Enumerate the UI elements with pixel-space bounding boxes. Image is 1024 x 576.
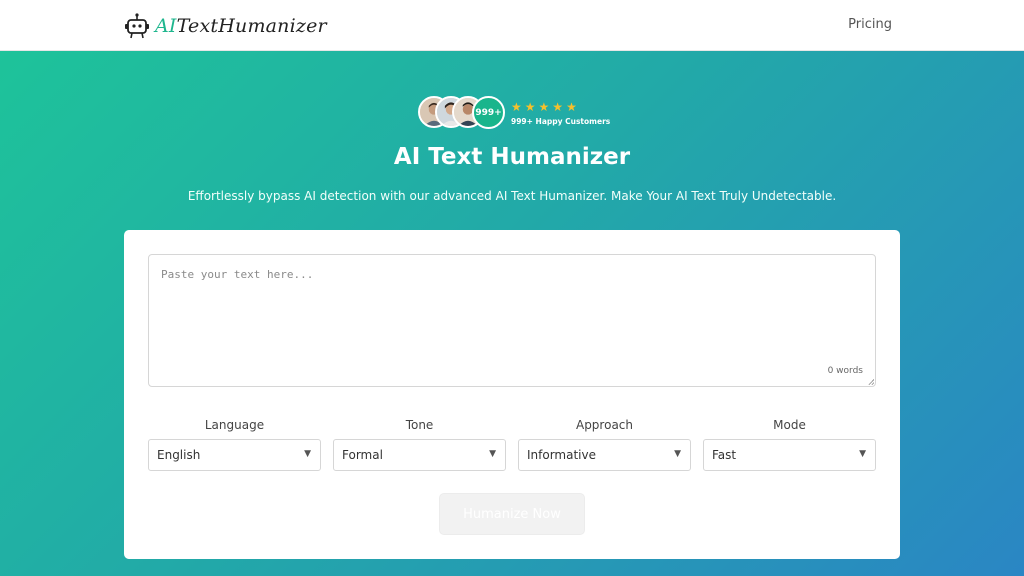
- avatar-group: 999+: [418, 96, 506, 130]
- chevron-down-icon: ▼: [304, 449, 311, 459]
- page-subtitle: Effortlessly bypass AI detection with ou…: [187, 189, 837, 203]
- mode-select[interactable]: Fast ▼: [703, 439, 876, 471]
- humanize-now-button[interactable]: Humanize Now: [439, 493, 585, 535]
- text-input[interactable]: [149, 255, 875, 386]
- logo[interactable]: AITextHumanizer: [123, 11, 327, 41]
- star-icon: ★: [511, 100, 522, 114]
- tone-label: Tone: [405, 418, 434, 432]
- robot-logo-icon: [125, 13, 149, 39]
- tone-select[interactable]: Formal ▼: [333, 439, 506, 471]
- approach-label: Approach: [575, 418, 633, 432]
- social-proof: 999+ ★ ★ ★ ★ ★ 999+ Happy Customers: [418, 95, 610, 131]
- humanizer-card: 0 words Language English ▼ Tone Formal ▼…: [124, 230, 900, 559]
- mode-label: Mode: [773, 418, 806, 432]
- text-input-area: 0 words: [148, 254, 876, 387]
- nav-link-pricing[interactable]: Pricing: [848, 17, 892, 32]
- chevron-down-icon: ▼: [489, 449, 496, 459]
- star-icon: ★: [538, 100, 550, 114]
- logo-text: AITextHumanizer: [155, 15, 327, 37]
- page-title: AI Text Humanizer: [393, 144, 631, 170]
- site-header: AITextHumanizer Pricing: [0, 0, 1024, 51]
- language-value: English: [157, 448, 201, 462]
- star-icon: ★: [524, 100, 536, 114]
- resize-handle-icon[interactable]: [868, 379, 874, 385]
- hero-section: 999+ ★ ★ ★ ★ ★ 999+ Happy Customers AI T…: [0, 51, 1024, 576]
- mode-selector: Mode Fast ▼: [703, 418, 876, 471]
- options-row: Language English ▼ Tone Formal ▼ Approac…: [148, 418, 876, 474]
- chevron-down-icon: ▼: [674, 449, 681, 459]
- star-icon: ★: [566, 100, 577, 114]
- word-count: 0 words: [827, 366, 863, 376]
- language-selector: Language English ▼: [148, 418, 321, 471]
- rating-stars: ★ ★ ★ ★ ★: [511, 100, 610, 114]
- language-label: Language: [204, 418, 265, 432]
- customer-count-badge: 999+: [472, 96, 505, 129]
- approach-selector: Approach Informative ▼: [518, 418, 691, 471]
- approach-value: Informative: [527, 448, 596, 462]
- tone-value: Formal: [342, 448, 383, 462]
- rating-block: ★ ★ ★ ★ ★ 999+ Happy Customers: [511, 100, 610, 126]
- approach-select[interactable]: Informative ▼: [518, 439, 691, 471]
- mode-value: Fast: [712, 448, 737, 462]
- happy-customers-text: 999+ Happy Customers: [511, 117, 611, 126]
- chevron-down-icon: ▼: [859, 449, 866, 459]
- language-select[interactable]: English ▼: [148, 439, 321, 471]
- tone-selector: Tone Formal ▼: [333, 418, 506, 471]
- logo-text-ai: AI: [155, 15, 177, 37]
- logo-text-rest: TextHumanizer: [176, 15, 327, 37]
- star-icon: ★: [552, 100, 564, 114]
